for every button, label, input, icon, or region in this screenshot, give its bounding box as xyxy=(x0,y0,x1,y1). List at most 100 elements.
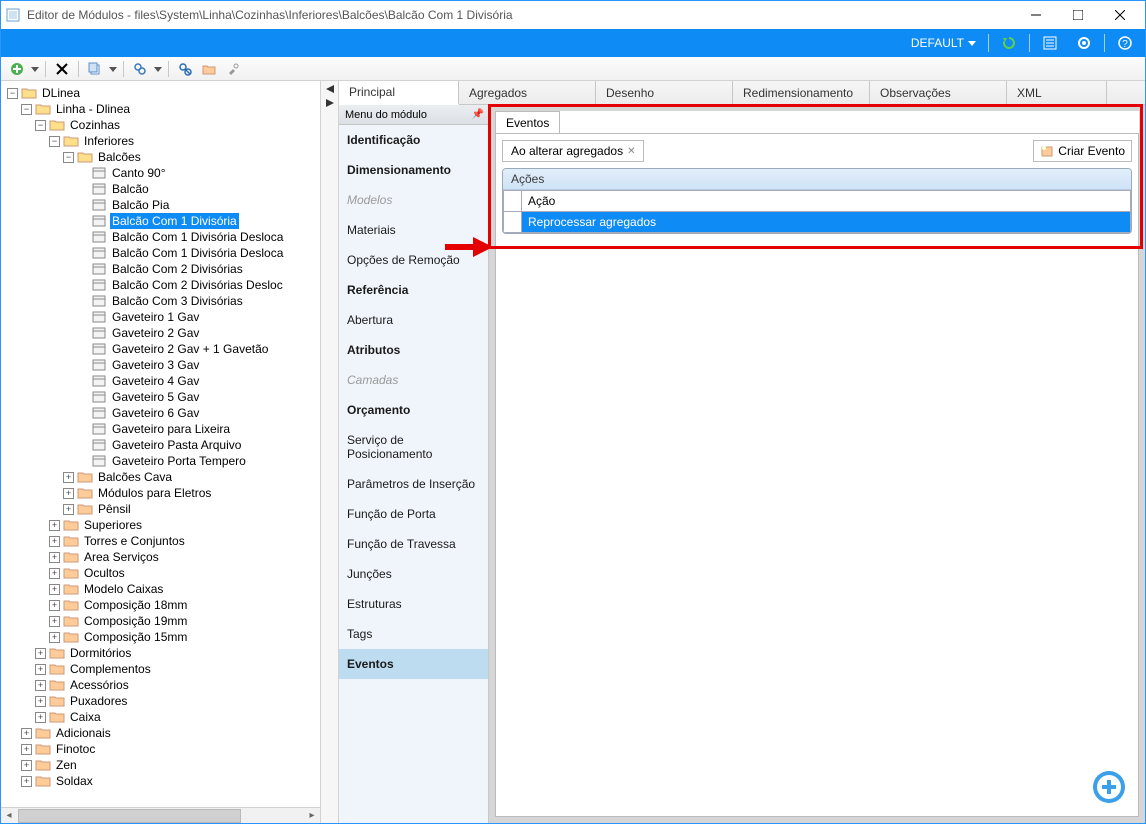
expand-icon[interactable]: + xyxy=(49,632,60,643)
expand-icon[interactable]: + xyxy=(35,680,46,691)
expand-icon[interactable]: + xyxy=(63,504,74,515)
collapse-icon[interactable]: − xyxy=(7,88,18,99)
tree-leaf[interactable]: Gaveteiro 6 Gav xyxy=(3,405,318,421)
menu-identificacao[interactable]: Identificação xyxy=(339,125,488,155)
menu-param-insercao[interactable]: Parâmetros de Inserção xyxy=(339,469,488,499)
tool-icon[interactable] xyxy=(223,59,243,79)
menu-tags[interactable]: Tags xyxy=(339,619,488,649)
tree-folder[interactable]: +Caixa xyxy=(3,709,318,725)
expand-icon[interactable]: + xyxy=(63,472,74,483)
menu-juncoes[interactable]: Junções xyxy=(339,559,488,589)
menu-funcao-porta[interactable]: Função de Porta xyxy=(339,499,488,529)
folder-icon[interactable] xyxy=(199,59,219,79)
menu-orcamento[interactable]: Orçamento xyxy=(339,395,488,425)
tree-folder[interactable]: +Composição 19mm xyxy=(3,613,318,629)
tree-leaf[interactable]: Canto 90° xyxy=(3,165,318,181)
expand-icon[interactable]: + xyxy=(49,568,60,579)
help-icon[interactable]: ? xyxy=(1111,31,1139,55)
menu-eventos[interactable]: Eventos xyxy=(339,649,488,679)
expand-icon[interactable]: + xyxy=(49,600,60,611)
tree-folder[interactable]: +Módulos para Eletros xyxy=(3,485,318,501)
subtab-ao-alterar[interactable]: Ao alterar agregados ✕ xyxy=(502,140,644,162)
expand-icon[interactable]: + xyxy=(35,696,46,707)
menu-referencia[interactable]: Referência xyxy=(339,275,488,305)
settings-icon[interactable] xyxy=(1070,31,1098,55)
tree-leaf[interactable]: Gaveteiro 1 Gav xyxy=(3,309,318,325)
tree-folder[interactable]: +Balcões Cava xyxy=(3,469,318,485)
tree-leaf[interactable]: Balcão Com 1 Divisória Desloca xyxy=(3,229,318,245)
tree-folder[interactable]: +Ocultos xyxy=(3,565,318,581)
table-row[interactable]: Reprocessar agregados xyxy=(504,212,1131,233)
maximize-button[interactable] xyxy=(1057,1,1099,29)
expand-icon[interactable]: + xyxy=(49,616,60,627)
tree-leaf[interactable]: Balcão xyxy=(3,181,318,197)
tree-leaf[interactable]: Gaveteiro 5 Gav xyxy=(3,389,318,405)
menu-opcoes-remocao[interactable]: Opções de Remoção xyxy=(339,245,488,275)
tree-leaf[interactable]: Gaveteiro 4 Gav xyxy=(3,373,318,389)
tab-desenho[interactable]: Desenho xyxy=(596,81,733,104)
collapse-icon[interactable]: − xyxy=(35,120,46,131)
add-fab[interactable] xyxy=(1091,769,1127,805)
tree-folder[interactable]: +Complementos xyxy=(3,661,318,677)
tree-leaf[interactable]: Balcão Com 3 Divisórias xyxy=(3,293,318,309)
menu-servico-posicionamento[interactable]: Serviço de Posicionamento xyxy=(339,425,488,469)
tab-agregados[interactable]: Agregados xyxy=(459,81,596,104)
tab-xml[interactable]: XML xyxy=(1007,81,1107,104)
find-icon[interactable] xyxy=(175,59,195,79)
tree-folder[interactable]: +Composição 18mm xyxy=(3,597,318,613)
tree-inferiores[interactable]: −Inferiores xyxy=(3,133,318,149)
tree-leaf[interactable]: Gaveteiro Pasta Arquivo xyxy=(3,437,318,453)
tree-folder[interactable]: +Puxadores xyxy=(3,693,318,709)
menu-estruturas[interactable]: Estruturas xyxy=(339,589,488,619)
collapse-icon[interactable]: − xyxy=(63,152,74,163)
expand-icon[interactable]: + xyxy=(21,776,32,787)
dropdown-icon[interactable] xyxy=(31,62,39,76)
tree-balcoes[interactable]: −Balcões xyxy=(3,149,318,165)
delete-icon[interactable] xyxy=(52,59,72,79)
criar-evento-button[interactable]: Criar Evento xyxy=(1033,140,1132,162)
tree-leaf[interactable]: Gaveteiro para Lixeira xyxy=(3,421,318,437)
collapse-icon[interactable]: − xyxy=(49,136,60,147)
tree-leaf[interactable]: Balcão Com 1 Divisória xyxy=(3,213,318,229)
tree-folder[interactable]: +Torres e Conjuntos xyxy=(3,533,318,549)
minimize-button[interactable] xyxy=(1015,1,1057,29)
menu-camadas[interactable]: Camadas xyxy=(339,365,488,395)
expand-icon[interactable]: + xyxy=(49,552,60,563)
refresh-icon[interactable] xyxy=(995,31,1023,55)
menu-atributos[interactable]: Atributos xyxy=(339,335,488,365)
expand-icon[interactable]: + xyxy=(63,488,74,499)
tree-folder[interactable]: +Modelo Caixas xyxy=(3,581,318,597)
menu-dimensionamento[interactable]: Dimensionamento xyxy=(339,155,488,185)
copy-icon[interactable] xyxy=(85,59,105,79)
expand-icon[interactable]: + xyxy=(49,520,60,531)
list-icon[interactable] xyxy=(1036,31,1064,55)
tree-folder[interactable]: +Dormitórios xyxy=(3,645,318,661)
close-button[interactable] xyxy=(1099,1,1141,29)
tree-folder[interactable]: +Superiores xyxy=(3,517,318,533)
col-acao[interactable]: Ação xyxy=(522,191,1131,212)
tree-leaf[interactable]: Gaveteiro 2 Gav xyxy=(3,325,318,341)
tree-folder[interactable]: +Adicionais xyxy=(3,725,318,741)
tree-leaf[interactable]: Balcão Pia xyxy=(3,197,318,213)
tree-folder[interactable]: +Area Serviços xyxy=(3,549,318,565)
tree-leaf[interactable]: Gaveteiro 2 Gav + 1 Gavetão xyxy=(3,341,318,357)
tree-leaf[interactable]: Balcão Com 2 Divisórias xyxy=(3,261,318,277)
splitter[interactable] xyxy=(321,81,339,823)
add-icon[interactable] xyxy=(7,59,27,79)
tab-observacoes[interactable]: Observações xyxy=(870,81,1007,104)
collapse-icon[interactable]: − xyxy=(21,104,32,115)
tree-linha[interactable]: −Linha - Dlinea xyxy=(3,101,318,117)
dropdown-icon[interactable] xyxy=(109,62,117,76)
tree-leaf[interactable]: Balcão Com 2 Divisórias Desloc xyxy=(3,277,318,293)
expand-icon[interactable]: + xyxy=(21,744,32,755)
link-icon[interactable] xyxy=(130,59,150,79)
tree-root[interactable]: −DLinea xyxy=(3,85,318,101)
expand-icon[interactable]: + xyxy=(35,648,46,659)
default-dropdown[interactable]: DEFAULT xyxy=(905,31,982,55)
menu-materiais[interactable]: Materiais xyxy=(339,215,488,245)
tab-principal[interactable]: Principal xyxy=(339,81,459,105)
menu-modelos[interactable]: Modelos xyxy=(339,185,488,215)
close-subtab-icon[interactable]: ✕ xyxy=(627,146,635,157)
tree-folder[interactable]: +Acessórios xyxy=(3,677,318,693)
tree-leaf[interactable]: Gaveteiro 3 Gav xyxy=(3,357,318,373)
